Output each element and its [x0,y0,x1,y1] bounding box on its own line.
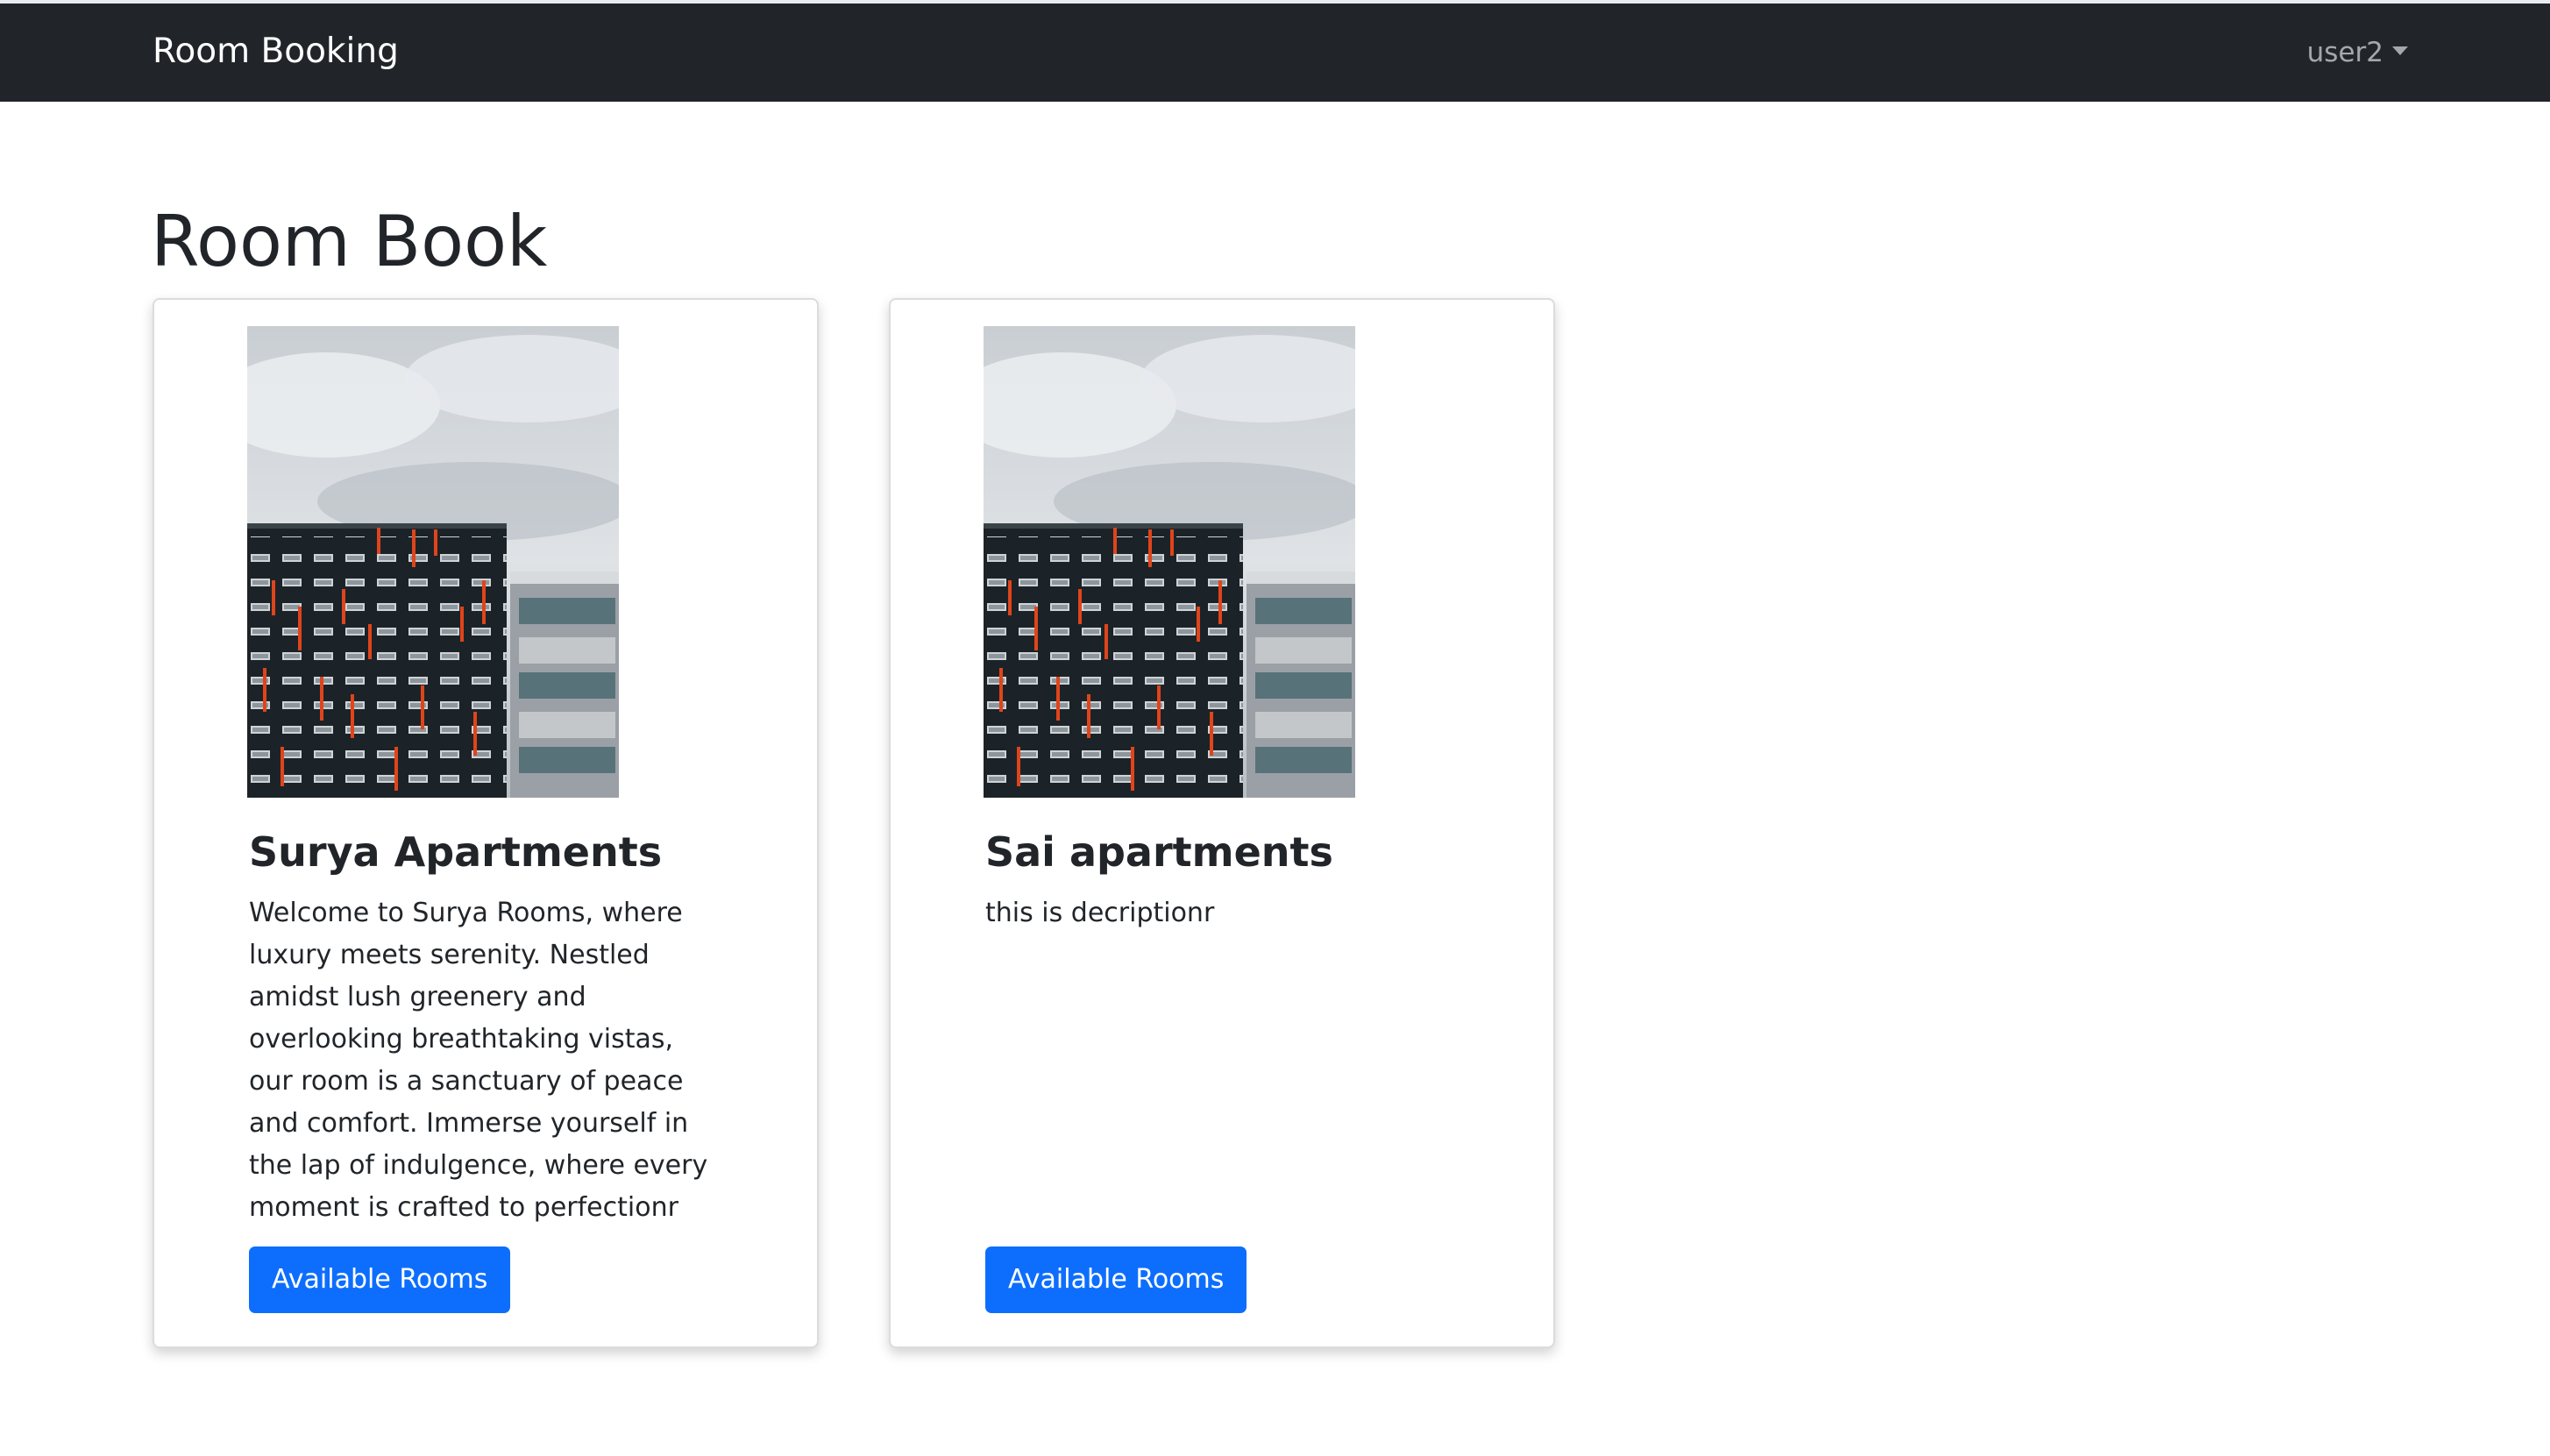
available-rooms-button[interactable]: Available Rooms [249,1246,511,1313]
available-rooms-button[interactable]: Available Rooms [985,1246,1247,1313]
top-navbar: Room Booking user2 [0,0,2550,102]
user-dropdown[interactable]: user2 [2307,35,2408,70]
room-card: Surya Apartments Welcome to Surya Rooms,… [153,298,819,1348]
card-title: Surya Apartments [249,828,663,876]
building-photo-image [984,326,1355,798]
card-description: Welcome to Surya Rooms, where luxury mee… [249,898,708,1223]
building-photo-image [247,326,619,798]
card-description: this is decriptionr [985,898,1215,928]
navbar-brand[interactable]: Room Booking [153,30,399,74]
room-card: Sai apartments this is decriptionr Avail… [889,298,1555,1348]
card-title: Sai apartments [985,828,1333,876]
caret-down-icon [2392,46,2408,55]
page-title: Room Book [151,201,548,282]
user-name: user2 [2306,37,2383,68]
